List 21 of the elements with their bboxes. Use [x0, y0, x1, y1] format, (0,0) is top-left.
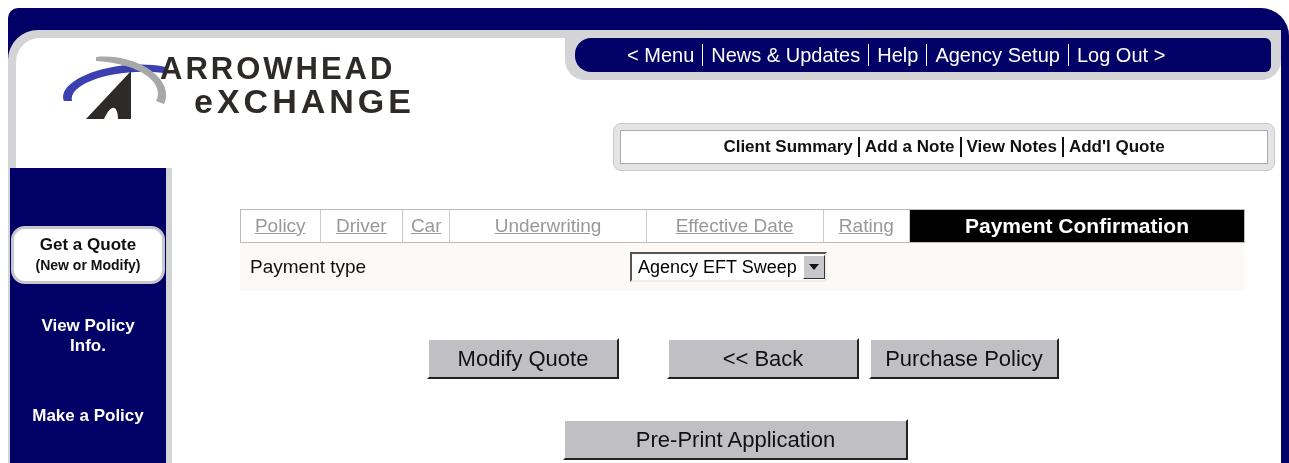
action-button[interactable]: Pre-Print Application: [563, 419, 908, 460]
top-nav-link[interactable]: < Menu: [619, 44, 703, 66]
action-button[interactable]: Modify Quote: [427, 338, 619, 379]
client-nav-link[interactable]: Add'l Quote: [1061, 137, 1170, 157]
top-nav-link[interactable]: Log Out >: [1067, 44, 1174, 66]
sidebar-item[interactable]: Get a Quote (New or Modify): [11, 226, 165, 284]
action-button[interactable]: Purchase Policy: [869, 338, 1059, 379]
top-nav-link[interactable]: News & Updates: [702, 44, 869, 66]
action-button[interactable]: << Back: [667, 338, 859, 379]
sidebar-item[interactable]: View Policy Info.: [11, 300, 165, 372]
logo-wordmark: ARROWHEAD: [160, 53, 397, 84]
client-nav-link[interactable]: View Notes: [959, 137, 1062, 157]
step-tab[interactable]: Payment Confirmation: [909, 210, 1244, 242]
payment-type-select[interactable]: Agency EFT Sweep: [630, 252, 827, 282]
payment-type-label: Payment type: [250, 254, 368, 279]
top-nav-link[interactable]: Agency Setup: [926, 44, 1068, 66]
client-nav-link[interactable]: Client Summary: [718, 137, 858, 157]
top-nav-link[interactable]: Help: [868, 44, 927, 66]
logo-subtitle: eXCHANGE: [194, 84, 415, 118]
sidebar-item[interactable]: Make a Policy: [11, 380, 165, 452]
client-nav-link[interactable]: Add a Note: [857, 137, 960, 157]
